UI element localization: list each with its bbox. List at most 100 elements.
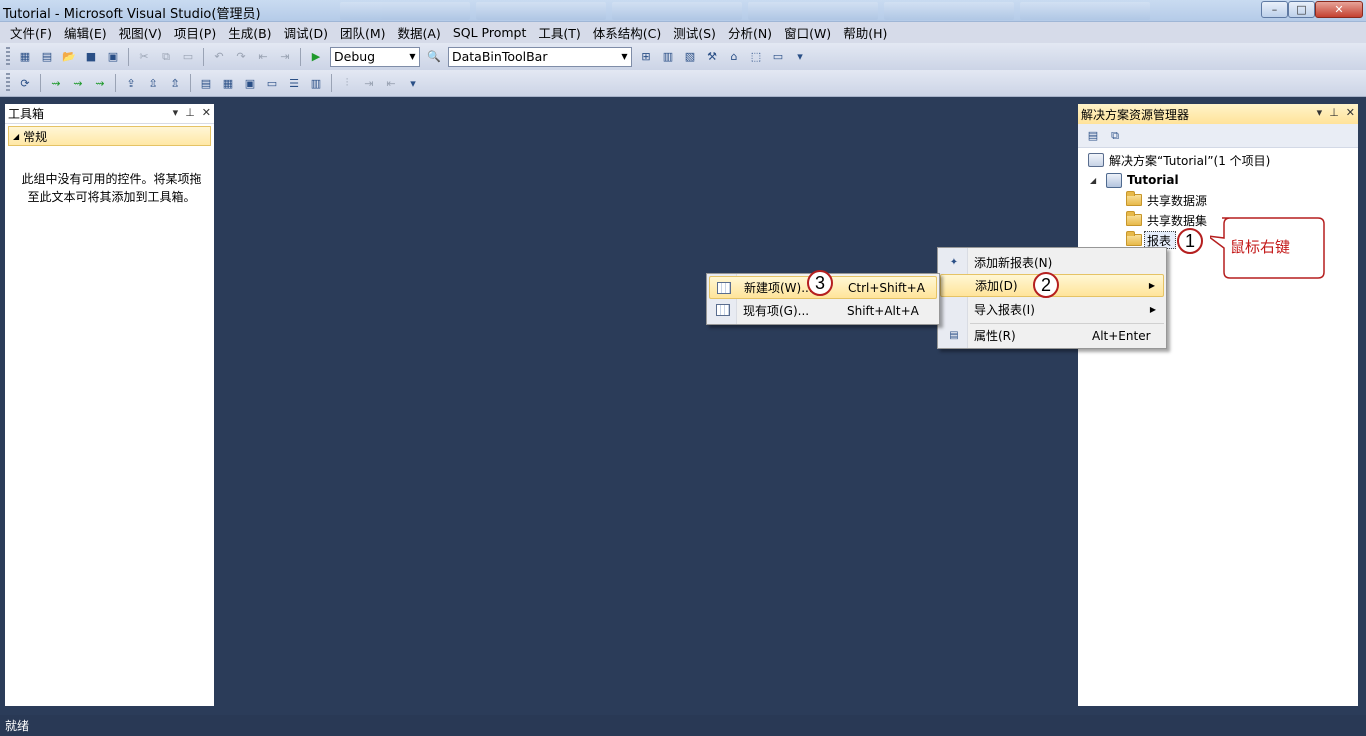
folder-label: 报表	[1147, 233, 1172, 248]
toolbar-separator	[128, 47, 129, 66]
close-button[interactable]: ✕	[1315, 1, 1363, 18]
layout-icon[interactable]: ▤	[197, 74, 215, 92]
step-into-icon[interactable]: ⇝	[47, 74, 65, 92]
menu-sql-prompt[interactable]: SQL Prompt	[447, 25, 533, 40]
close-icon[interactable]: ✕	[1346, 106, 1355, 119]
maximize-icon: □	[1296, 3, 1307, 16]
chart-icon[interactable]: ▥	[307, 74, 325, 92]
properties-window-icon[interactable]: ▥	[659, 48, 677, 66]
pin-icon[interactable]: ⊥	[1329, 106, 1339, 119]
copy-icon[interactable]: ⧉	[157, 48, 175, 66]
tree-project-node[interactable]: ◢ Tutorial	[1090, 170, 1179, 190]
undo-icon[interactable]: ↶	[210, 48, 228, 66]
align-icon[interactable]: ⫶	[338, 74, 356, 92]
cut-icon[interactable]: ✂	[135, 48, 153, 66]
matrix-icon[interactable]: ▣	[241, 74, 259, 92]
toolbar-options-icon[interactable]: ▾	[404, 74, 422, 92]
menu-help[interactable]: 帮助(H)	[837, 23, 893, 42]
menu-properties[interactable]: ▤ 属性(R) Alt+Enter	[940, 324, 1164, 347]
project-icon	[1106, 172, 1122, 188]
outdent-icon[interactable]: ⇤	[382, 74, 400, 92]
solution-configuration-dropdown[interactable]: Debug ▼	[330, 46, 420, 67]
minimize-button[interactable]: –	[1261, 1, 1288, 18]
save-all-icon[interactable]: ▣	[104, 48, 122, 66]
tree-solution-node[interactable]: 解决方案“Tutorial”(1 个项目)	[1088, 150, 1270, 170]
menu-team[interactable]: 团队(M)	[334, 23, 392, 42]
menu-existing-item[interactable]: 现有项(G)... Shift+Alt+A	[709, 299, 937, 322]
menu-data[interactable]: 数据(A)	[392, 23, 447, 42]
tree-folder-shared-datasources[interactable]: 共享数据源	[1126, 190, 1207, 210]
menu-window[interactable]: 窗口(W)	[778, 23, 837, 42]
step-over-icon[interactable]: ⇝	[69, 74, 87, 92]
solution-explorer-icon[interactable]: ⊞	[637, 48, 655, 66]
start-page-icon[interactable]: ⌂	[725, 48, 743, 66]
properties-icon[interactable]: ▤	[1084, 127, 1102, 145]
menu-tools[interactable]: 工具(T)	[532, 23, 586, 42]
menu-item-shortcut: Alt+Enter	[1092, 328, 1151, 343]
toolbar-options-icon[interactable]: ▾	[791, 48, 809, 66]
toolbox-icon[interactable]: ⚒	[703, 48, 721, 66]
menu-item-label: 现有项(G)...	[743, 304, 810, 318]
dropdown-icon[interactable]: ▾	[1317, 106, 1323, 119]
tree-folder-shared-datasets[interactable]: 共享数据集	[1126, 210, 1207, 230]
close-icon[interactable]: ✕	[202, 106, 211, 119]
maximize-button[interactable]: □	[1288, 1, 1315, 18]
open-file-icon[interactable]: 📂	[60, 48, 78, 66]
deploy-icon[interactable]: ⇪	[122, 74, 140, 92]
refresh-icon[interactable]: ⟳	[16, 74, 34, 92]
status-text: 就绪	[5, 719, 30, 733]
menu-view[interactable]: 视图(V)	[113, 23, 168, 42]
menu-bar: 文件(F) 编辑(E) 视图(V) 项目(P) 生成(B) 调试(D) 团队(M…	[0, 22, 1366, 43]
textbox-icon[interactable]: ▭	[263, 74, 281, 92]
navigate-backward-icon[interactable]: ⇤	[254, 48, 272, 66]
toolbox-group-general[interactable]: ◢ 常规	[8, 126, 211, 146]
object-browser-icon[interactable]: ▧	[681, 48, 699, 66]
toolbox-title: 工具箱	[8, 107, 45, 121]
dropdown-icon[interactable]: ▾	[173, 106, 179, 119]
collapse-arrow-icon: ◢	[13, 131, 20, 141]
menu-item-label: 导入报表(I)	[974, 303, 1035, 317]
rebuild-icon[interactable]: ⇬	[166, 74, 184, 92]
list-icon[interactable]: ☰	[285, 74, 303, 92]
menu-debug[interactable]: 调试(D)	[278, 23, 334, 42]
solution-label: 解决方案“Tutorial”(1 个项目)	[1109, 153, 1271, 168]
menu-build[interactable]: 生成(B)	[222, 23, 277, 42]
toolbar-separator	[115, 74, 116, 92]
menu-project[interactable]: 项目(P)	[168, 23, 222, 42]
menu-edit[interactable]: 编辑(E)	[58, 23, 113, 42]
redo-icon[interactable]: ↷	[232, 48, 250, 66]
menu-file[interactable]: 文件(F)	[4, 23, 58, 42]
paste-icon[interactable]: ▭	[179, 48, 197, 66]
build-icon[interactable]: ⇫	[144, 74, 162, 92]
find-in-files-icon[interactable]: 🔍	[425, 48, 443, 66]
save-icon[interactable]: ■	[82, 48, 100, 66]
start-debugging-icon[interactable]: ▶	[307, 48, 325, 66]
extension-manager-icon[interactable]: ⬚	[747, 48, 765, 66]
toolbox-header: 工具箱 ▾ ⊥ ✕	[5, 104, 214, 124]
menu-analyze[interactable]: 分析(N)	[722, 23, 778, 42]
submenu-arrow-icon: ▶	[1148, 281, 1155, 290]
expand-arrow-icon[interactable]: ◢	[1090, 176, 1102, 185]
pin-icon[interactable]: ⊥	[185, 106, 195, 119]
find-combo-box[interactable]: DataBinToolBar ▼	[448, 46, 632, 67]
menu-add-new-report[interactable]: ✦ 添加新报表(N)	[940, 251, 1164, 274]
window-title: Tutorial - Microsoft Visual Studio(管理员)	[3, 7, 261, 22]
menu-test[interactable]: 测试(S)	[667, 23, 722, 42]
command-window-icon[interactable]: ▭	[769, 48, 787, 66]
status-bar: 就绪	[0, 715, 1366, 736]
toolbox-empty-message: 此组中没有可用的控件。将某项拖至此文本可将其添加到工具箱。	[21, 172, 202, 204]
toolbar-grip[interactable]	[6, 73, 10, 93]
toolbox-group-label: 常规	[23, 129, 48, 144]
table-icon[interactable]: ▦	[219, 74, 237, 92]
toolbar-grip[interactable]	[6, 46, 10, 67]
indent-icon[interactable]: ⇥	[360, 74, 378, 92]
new-project-icon[interactable]: ▦	[16, 48, 34, 66]
menu-import-reports[interactable]: 导入报表(I) ▶	[940, 298, 1164, 321]
add-item-icon[interactable]: ▤	[38, 48, 56, 66]
step-out-icon[interactable]: ⇝	[91, 74, 109, 92]
menu-architecture[interactable]: 体系结构(C)	[587, 23, 667, 42]
navigate-forward-icon[interactable]: ⇥	[276, 48, 294, 66]
menu-item-shortcut: Ctrl+Shift+A	[848, 280, 925, 295]
show-all-files-icon[interactable]: ⧉	[1106, 127, 1124, 145]
step-badge-2: 2	[1033, 272, 1059, 298]
